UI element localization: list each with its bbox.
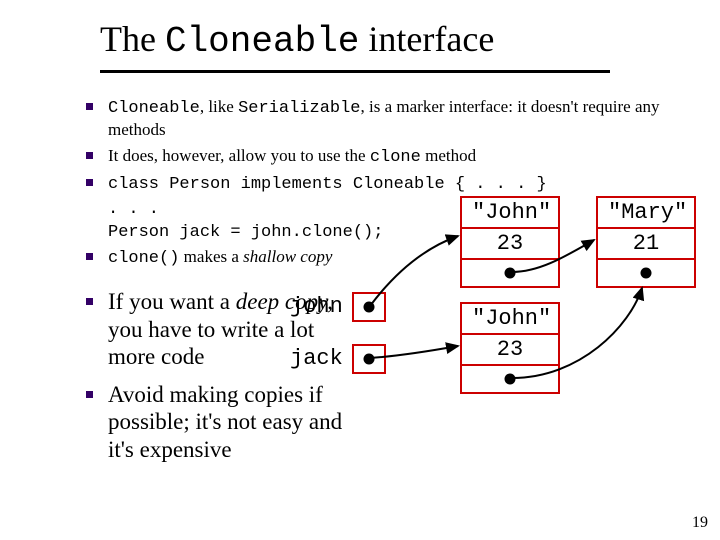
obj1-name: "John" <box>462 198 558 227</box>
object-john-1: "John" 23 <box>460 196 560 288</box>
title-rule <box>100 70 610 73</box>
object-mary: "Mary" 21 <box>596 196 696 288</box>
var-john-label: john <box>290 294 343 319</box>
obj1-age: 23 <box>462 227 558 258</box>
title-post: interface <box>359 19 494 59</box>
b2-t1: It does, however, allow you to use the <box>108 146 370 165</box>
var-jack-box <box>352 344 386 374</box>
page-number: 19 <box>692 514 708 532</box>
object-john-clone: "John" 23 <box>460 302 560 394</box>
title-pre: The <box>100 19 165 59</box>
var-jack-label: jack <box>290 346 343 371</box>
slide-title: The Cloneable interface <box>100 18 494 62</box>
b1-code2: Serializable <box>238 99 360 118</box>
b5-t2: you have to write a lot more code <box>108 317 314 370</box>
bullet-1: Cloneable, like Serializable, is a marke… <box>86 96 686 141</box>
b1-code1: Cloneable <box>108 99 200 118</box>
obj2-name: "Mary" <box>598 198 694 227</box>
b3-code: class Person implements Cloneable { . . … <box>108 175 547 194</box>
title-code: Cloneable <box>165 21 359 62</box>
slide: The Cloneable interface Cloneable, like … <box>0 0 720 540</box>
b2-code: clone <box>370 148 421 167</box>
bullet-3: class Person implements Cloneable { . . … <box>86 172 686 195</box>
b2-t2: method <box>421 146 476 165</box>
bullet-2: It does, however, allow you to use the c… <box>86 145 686 168</box>
b1-t1: , like <box>200 97 238 116</box>
b6-t: Avoid making copies if possible; it's no… <box>108 382 342 462</box>
b4-em: shallow copy <box>243 247 332 266</box>
var-john-box <box>352 292 386 322</box>
obj1-ref <box>462 258 558 286</box>
obj3-age: 23 <box>462 333 558 364</box>
obj2-age: 21 <box>598 227 694 258</box>
obj3-ref <box>462 364 558 392</box>
bullet-6: Avoid making copies if possible; it's no… <box>86 381 366 464</box>
diagram: john jack "John" 23 "Mary" 21 "John" 23 <box>330 196 700 466</box>
b4-code: clone() <box>108 249 179 268</box>
b4-t1: makes a <box>179 247 243 266</box>
b5-t1: If you want a <box>108 289 236 314</box>
obj3-name: "John" <box>462 304 558 333</box>
obj2-ref <box>598 258 694 286</box>
